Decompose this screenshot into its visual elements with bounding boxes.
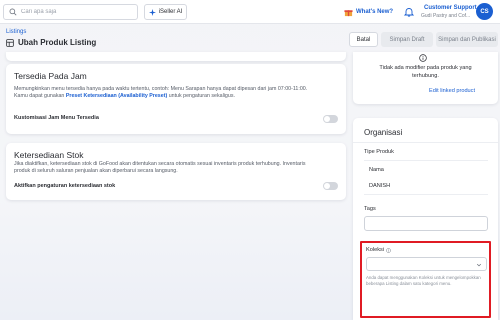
tags-input[interactable]	[364, 216, 488, 231]
info-icon[interactable]	[386, 247, 391, 253]
breadcrumb[interactable]: Listings	[6, 29, 26, 35]
save-publish-button[interactable]: Simpan dan Publikasi	[436, 32, 498, 47]
divider	[364, 194, 488, 195]
name-label: Nama	[369, 167, 384, 173]
stock-toggle-label: Aktifkan pengaturan ketersediaan stok	[14, 183, 116, 189]
avatar[interactable]: CS	[476, 3, 493, 20]
availability-desc-line2: Kamu dapat gunakan Preset Ketersediaan (…	[14, 93, 339, 100]
page-title: Ubah Produk Listing	[6, 38, 96, 47]
save-draft-button[interactable]: Simpan Draft	[381, 32, 433, 47]
top-bar: iSeller AI What's New? Customer Support …	[0, 0, 500, 24]
sparkle-icon	[148, 8, 156, 16]
organization-title: Organisasi	[364, 128, 403, 137]
no-modifier-message: Tidak ada modifier pada produk yang terh…	[363, 64, 488, 80]
availability-hours-description: Memungkinkan menu tersedia hanya pada wa…	[14, 86, 339, 100]
listing-icon	[6, 38, 14, 47]
collection-section-highlight: Koleksi Anda dapat menggunakan Koleksi u…	[360, 241, 491, 318]
cancel-button[interactable]: Batal	[349, 32, 378, 47]
stock-title: Ketersediaan Stok	[14, 150, 84, 160]
iseller-ai-label: iSeller AI	[158, 9, 183, 15]
collection-label: Koleksi	[366, 247, 385, 253]
info-icon	[419, 54, 427, 62]
availability-hours-card: Tersedia Pada Jam Memungkinkan menu ters…	[6, 64, 346, 134]
divider	[353, 142, 498, 143]
user-store: Gudi Pastry and Cof...	[421, 13, 471, 19]
availability-desc-line1: Memungkinkan menu tersedia hanya pada wa…	[14, 86, 308, 92]
name-value: DANISH	[369, 183, 391, 189]
collection-help-text: Anda dapat menggunakan Koleksi untuk men…	[366, 275, 481, 286]
stock-description: Jika diaktifkan, ketersediaan stok di Go…	[14, 161, 339, 175]
iseller-ai-button[interactable]: iSeller AI	[144, 4, 187, 20]
availability-hours-title: Tersedia Pada Jam	[14, 71, 87, 81]
tags-label: Tags	[364, 206, 376, 212]
previous-card-bottom	[6, 52, 346, 61]
product-type-label: Tipe Produk	[364, 149, 394, 155]
whats-new-button[interactable]: What's New?	[344, 6, 393, 18]
availability-toggle-label: Kustomisasi Jam Menu Tersedia	[14, 115, 99, 121]
stock-desc-line1: Jika diaktifkan, ketersediaan stok di Go…	[14, 161, 306, 167]
user-name[interactable]: Customer Support	[424, 5, 477, 11]
search-input[interactable]	[21, 9, 131, 15]
collection-label-row: Koleksi	[366, 247, 391, 253]
collection-select[interactable]	[366, 257, 487, 271]
availability-desc-suffix: untuk pengaturan sekaligus.	[167, 93, 235, 99]
gift-icon	[344, 9, 353, 16]
stock-toggle[interactable]	[323, 182, 338, 190]
no-modifier-line1: Tidak ada modifier pada produk yang	[379, 65, 472, 71]
stock-desc-line2: produk di seluruh saluran penjualan akan…	[14, 168, 178, 174]
no-modifier-line2: terhubung.	[412, 73, 439, 79]
availability-preset-link[interactable]: Preset Ketersediaan (Availability Preset…	[66, 93, 167, 99]
search-box[interactable]	[3, 4, 138, 20]
availability-toggle[interactable]	[323, 115, 338, 123]
bell-icon[interactable]	[404, 7, 414, 17]
divider	[364, 160, 488, 161]
stock-availability-card: Ketersediaan Stok Jika diaktifkan, keter…	[6, 143, 346, 200]
page-title-text: Ubah Produk Listing	[18, 38, 97, 47]
modifier-card: Tidak ada modifier pada produk yang terh…	[353, 52, 498, 104]
whats-new-label: What's New?	[356, 9, 394, 15]
chevron-down-icon	[476, 263, 482, 267]
search-icon	[9, 8, 17, 16]
edit-linked-product-link[interactable]: Edit linked product	[429, 88, 475, 94]
availability-desc-prefix: Kamu dapat gunakan	[14, 93, 66, 99]
